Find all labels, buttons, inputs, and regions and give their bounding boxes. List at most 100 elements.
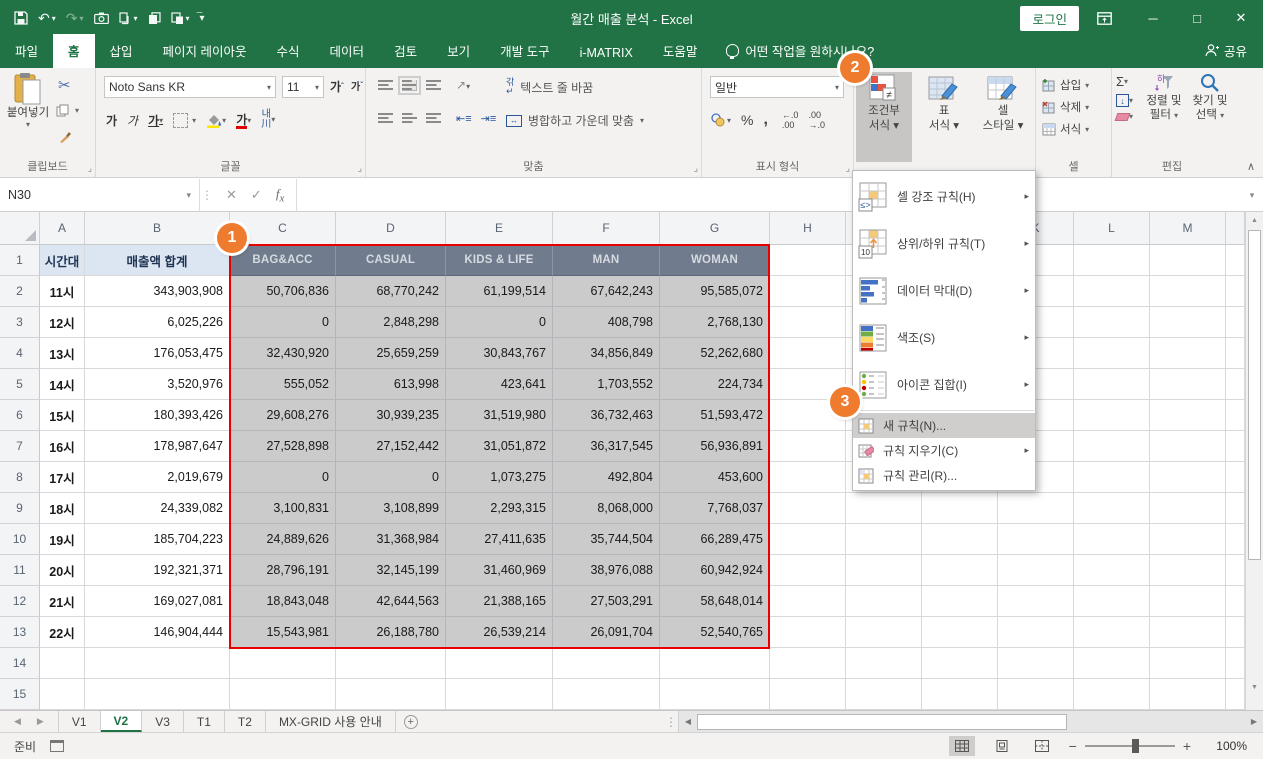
grid-cell[interactable] — [770, 524, 846, 555]
format-as-table-button[interactable]: 표 서식 ▾ — [916, 72, 972, 162]
grid-cell[interactable] — [922, 617, 998, 648]
grid-cell[interactable] — [85, 679, 230, 710]
grid-cell[interactable]: 26,539,214 — [446, 617, 553, 648]
grid-cell[interactable] — [1226, 369, 1245, 400]
grid-cell[interactable]: 408,798 — [553, 307, 660, 338]
zoom-out-icon[interactable]: − — [1069, 738, 1077, 754]
font-color-icon[interactable]: 가 ▾ — [236, 111, 251, 129]
grid-cell[interactable]: 68,770,242 — [336, 276, 446, 307]
grid-cell[interactable]: 18시 — [40, 493, 85, 524]
decrease-decimal-icon[interactable]: .00 →.0 — [808, 110, 825, 130]
grid-cell[interactable]: 453,600 — [660, 462, 770, 493]
grid-cell[interactable]: 매출액 합계 — [85, 245, 230, 276]
percent-style-icon[interactable]: % — [741, 112, 753, 128]
grid-cell[interactable]: 11 — [0, 555, 40, 586]
minimize-button[interactable]: ─ — [1131, 0, 1175, 36]
hscroll-thumb[interactable] — [697, 713, 1067, 730]
grid-cell[interactable]: 52,540,765 — [660, 617, 770, 648]
grid-cell[interactable]: 29,608,276 — [230, 400, 336, 431]
grid-cell[interactable] — [998, 524, 1074, 555]
grid-cell[interactable]: 12 — [0, 586, 40, 617]
increase-indent-icon[interactable]: ⇥≡ — [481, 112, 497, 125]
sheet-tab-T1[interactable]: T1 — [184, 711, 225, 732]
grid-cell[interactable] — [85, 648, 230, 679]
grid-cell[interactable]: H — [770, 212, 846, 245]
cell-styles-button[interactable]: 셀 스타일 ▾ — [974, 72, 1032, 162]
grid-cell[interactable]: KIDS & LIFE — [446, 245, 553, 276]
grid-cell[interactable]: 20시 — [40, 555, 85, 586]
grid-cell[interactable] — [0, 212, 40, 245]
close-button[interactable]: ✕ — [1219, 0, 1263, 36]
grid-cell[interactable]: 36,317,545 — [553, 431, 660, 462]
grid-cell[interactable]: 176,053,475 — [85, 338, 230, 369]
grid-cell[interactable]: 180,393,426 — [85, 400, 230, 431]
grid-cell[interactable]: 11시 — [40, 276, 85, 307]
grid-cell[interactable]: 5 — [0, 369, 40, 400]
underline-icon[interactable]: 가 ▾ — [148, 112, 163, 129]
grid-cell[interactable] — [1074, 648, 1150, 679]
grid-cell[interactable] — [1226, 679, 1245, 710]
page-break-view-icon[interactable] — [1029, 736, 1055, 756]
grid-cell[interactable]: 31,460,969 — [446, 555, 553, 586]
grid-cell[interactable]: 0 — [446, 307, 553, 338]
grid-cell[interactable] — [846, 679, 922, 710]
grid-cell[interactable] — [1074, 617, 1150, 648]
ribbon-tab-3[interactable]: 페이지 레이아웃 — [148, 34, 262, 68]
grid-cell[interactable]: 185,704,223 — [85, 524, 230, 555]
tab-split-handle[interactable]: ⋮ — [665, 711, 677, 732]
grid-cell[interactable]: 34,856,849 — [553, 338, 660, 369]
grid-cell[interactable] — [1074, 307, 1150, 338]
ribbon-display-options-icon[interactable] — [1097, 11, 1131, 25]
find-select-button[interactable]: 찾기 및 선택 ▾ — [1188, 72, 1232, 123]
grid-cell[interactable] — [770, 431, 846, 462]
grid-cell[interactable]: BAG&ACC — [230, 245, 336, 276]
grid-cell[interactable]: 7 — [0, 431, 40, 462]
comma-style-icon[interactable]: , — [763, 111, 767, 129]
grid-cell[interactable] — [1074, 493, 1150, 524]
grid-cell[interactable]: 7,768,037 — [660, 493, 770, 524]
grid-cell[interactable]: 13시 — [40, 338, 85, 369]
grid-cell[interactable]: D — [336, 212, 446, 245]
grid-cell[interactable]: 0 — [230, 307, 336, 338]
grid-cell[interactable] — [770, 276, 846, 307]
insert-cells-button[interactable]: 삽입 ▾ — [1042, 74, 1089, 96]
grid-cell[interactable] — [1226, 400, 1245, 431]
grid-cell[interactable]: 31,368,984 — [336, 524, 446, 555]
grid-cell[interactable]: 35,744,504 — [553, 524, 660, 555]
grid-cell[interactable]: 3 — [0, 307, 40, 338]
grid-cell[interactable] — [1074, 400, 1150, 431]
ribbon-tab-9[interactable]: i-MATRIX — [565, 39, 648, 68]
menu-item-1[interactable]: 10 상위/하위 규칙(T) ▸ — [853, 220, 1035, 267]
decrease-indent-icon[interactable]: ⇤≡ — [456, 112, 472, 125]
grid-cell[interactable]: 36,732,463 — [553, 400, 660, 431]
grid-cell[interactable] — [770, 617, 846, 648]
grid-cell[interactable] — [1150, 555, 1226, 586]
grid-cell[interactable] — [1150, 369, 1226, 400]
grid-cell[interactable] — [1226, 493, 1245, 524]
fill-color-icon[interactable]: ▾ — [206, 113, 226, 128]
formula-bar-expand-icon[interactable]: ▾ — [1241, 179, 1263, 211]
grid-cell[interactable]: 10 — [0, 524, 40, 555]
grid-cell[interactable] — [1150, 431, 1226, 462]
menu-item-8[interactable]: 규칙 관리(R)... — [853, 463, 1035, 488]
grid-cell[interactable] — [770, 648, 846, 679]
grid-cell[interactable] — [922, 679, 998, 710]
grid-cell[interactable] — [446, 648, 553, 679]
grid-cell[interactable] — [770, 462, 846, 493]
font-name-select[interactable]: Noto Sans KR ▾ — [104, 76, 276, 98]
grid-cell[interactable] — [1150, 493, 1226, 524]
grid-cell[interactable]: 6,025,226 — [85, 307, 230, 338]
borders-icon[interactable] — [173, 112, 189, 128]
grid-cell[interactable]: 21,388,165 — [446, 586, 553, 617]
grid-cell[interactable]: 50,706,836 — [230, 276, 336, 307]
name-box[interactable]: N30 ▾ — [0, 179, 200, 211]
menu-item-0[interactable]: ≤> 셀 강조 규칙(H) ▸ — [853, 173, 1035, 220]
align-top-icon[interactable] — [378, 79, 393, 91]
grid-cell[interactable]: 27,528,898 — [230, 431, 336, 462]
grid-cell[interactable] — [1226, 586, 1245, 617]
grid-cell[interactable] — [770, 338, 846, 369]
grid-cell[interactable]: 38,976,088 — [553, 555, 660, 586]
copy-pages-icon[interactable] — [148, 11, 161, 25]
grid-cell[interactable]: 8 — [0, 462, 40, 493]
align-center-icon[interactable] — [402, 113, 417, 124]
